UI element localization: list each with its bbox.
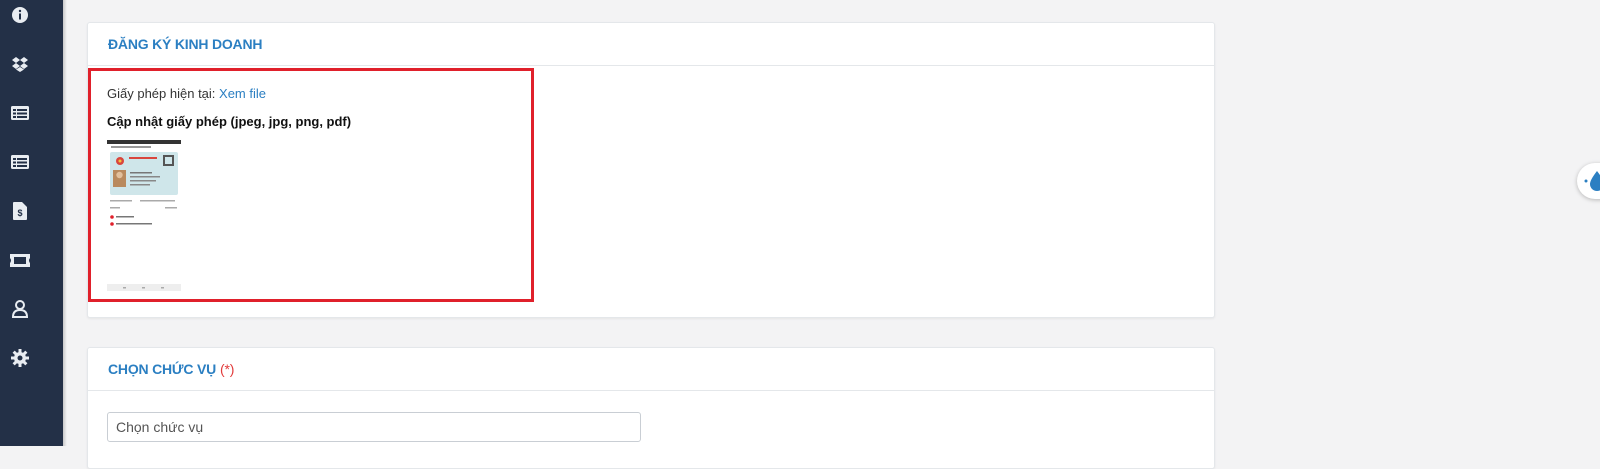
position-select-placeholder: Chọn chức vụ <box>116 419 204 435</box>
sidebar: $ <box>0 0 63 446</box>
gear-icon[interactable] <box>10 348 30 368</box>
floating-widget[interactable] <box>1577 163 1600 199</box>
sidebar-shadow <box>63 0 67 446</box>
position-select[interactable]: Chọn chức vụ <box>107 412 641 442</box>
water-drop-icon <box>1584 171 1600 191</box>
current-license-label: Giấy phép hiện tại: <box>107 86 216 101</box>
update-license-title: Cập nhật giấy phép (jpeg, jpg, png, pdf) <box>107 114 352 129</box>
list-icon[interactable] <box>10 152 30 172</box>
required-mark: (*) <box>220 361 235 377</box>
position-title: CHỌN CHỨC VỤ <box>108 361 216 377</box>
invoice-icon[interactable]: $ <box>10 201 30 221</box>
view-file-link[interactable]: Xem file <box>219 86 266 101</box>
position-title-row: CHỌN CHỨC VỤ (*) <box>88 348 1214 391</box>
info-icon[interactable] <box>10 5 30 25</box>
svg-text:$: $ <box>17 208 22 218</box>
business-registration-title: ĐĂNG KÝ KINH DOANH <box>88 23 1214 66</box>
position-card: CHỌN CHỨC VỤ (*) <box>87 347 1215 469</box>
license-preview-image[interactable] <box>107 140 181 294</box>
current-license-row: Giấy phép hiện tại: Xem file <box>107 86 266 101</box>
ticket-icon[interactable] <box>10 250 30 270</box>
dropbox-icon[interactable] <box>10 54 30 74</box>
user-icon[interactable] <box>10 299 30 319</box>
list-icon[interactable] <box>10 103 30 123</box>
